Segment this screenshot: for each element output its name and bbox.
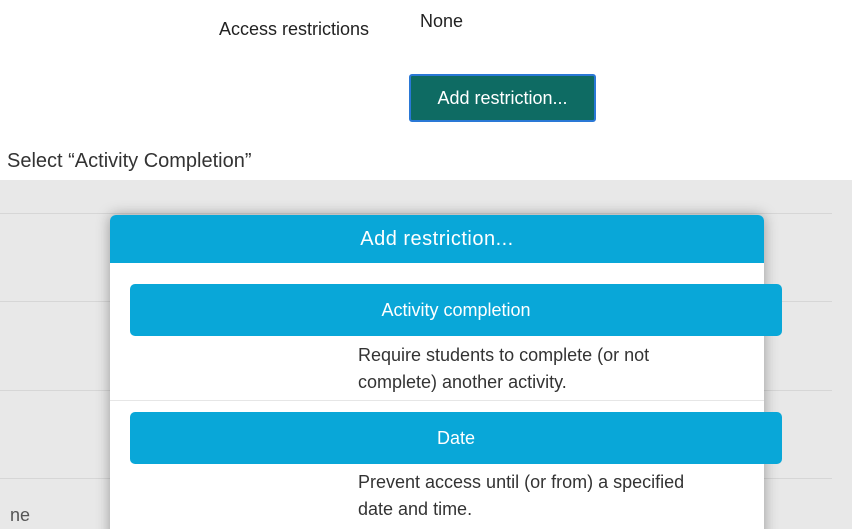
date-description: Prevent access until (or from) a specifi… [358,469,758,523]
access-restrictions-label: Access restrictions [219,19,370,39]
description-line: Require students to complete (or not [358,345,650,365]
embedded-screenshot: ne Add restriction... Activity completio… [0,180,852,529]
description-line: complete) another activity. [358,372,567,392]
add-restriction-dialog: Add restriction... Activity completion R… [110,215,782,529]
description-line: Prevent access until (or from) a specifi… [358,472,685,492]
dialog-title: Add restriction... [110,215,764,263]
dialog-divider [110,400,764,401]
background-partial-text: ne [9,505,30,525]
access-restrictions-value: None [420,11,464,31]
instruction-caption: Select “Activity Completion” [7,150,252,172]
description-line: date and time. [358,499,473,519]
activity-completion-button[interactable]: Activity completion [130,284,782,336]
activity-completion-description: Require students to complete (or not com… [358,342,758,396]
add-restriction-button[interactable]: Add restriction... [409,74,596,122]
date-button[interactable]: Date [130,412,782,464]
background-divider [0,213,832,214]
